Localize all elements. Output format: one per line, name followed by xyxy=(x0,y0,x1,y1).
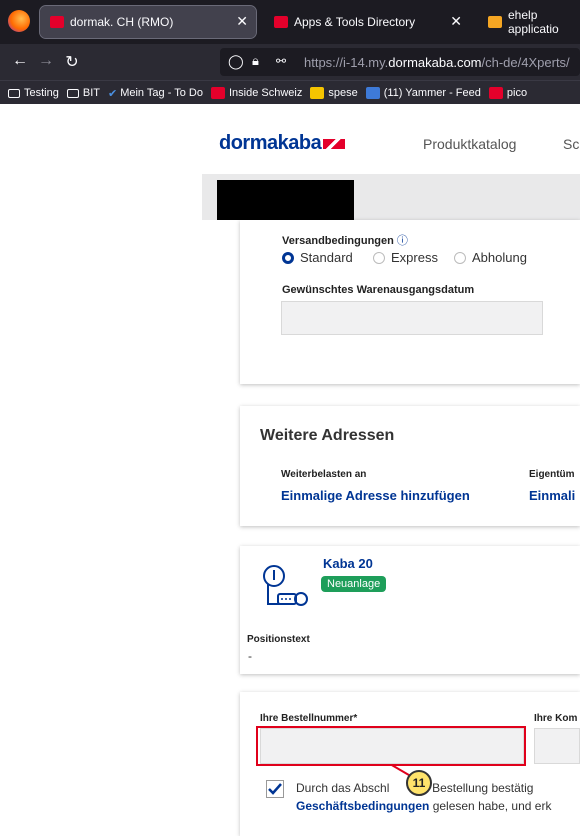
checkmark-icon: ✔ xyxy=(107,87,118,100)
redacted-block xyxy=(217,180,354,220)
firefox-icon[interactable] xyxy=(8,10,30,32)
product-name[interactable]: Kaba 20 xyxy=(323,556,373,571)
tab-title: dormak. CH (RMO) xyxy=(70,15,174,29)
yammer-favicon-icon xyxy=(365,87,380,99)
position-value: - xyxy=(248,649,252,663)
close-icon[interactable]: ✕ xyxy=(236,13,248,30)
bookmark-mein-tag[interactable]: ✔ Mein Tag - To Do xyxy=(108,87,203,100)
tab-apps-tools[interactable]: Apps & Tools Directory ✕ xyxy=(264,6,470,38)
step-marker: 11 xyxy=(406,770,432,796)
bookmark-pico[interactable]: pico xyxy=(488,87,527,99)
bookmark-inside-schweiz[interactable]: Inside Schweiz xyxy=(210,87,302,99)
bookmark-yammer[interactable]: (11) Yammer - Feed xyxy=(365,87,481,99)
ehelp-favicon-icon xyxy=(488,16,502,28)
add-address-link-2[interactable]: Einmali xyxy=(529,488,575,503)
back-arrow-icon[interactable]: ← xyxy=(10,52,30,70)
radio-express[interactable]: Express xyxy=(373,250,438,265)
radio-standard[interactable]: Standard xyxy=(282,250,353,265)
dormakaba-favicon-icon xyxy=(50,16,64,28)
bookmark-testing[interactable]: Testing xyxy=(8,87,59,99)
shipping-label: Versandbedingungen ⓘ xyxy=(282,235,408,247)
browser-tab-bar: dormak. CH (RMO) ✕ Apps & Tools Director… xyxy=(0,0,580,44)
customer-banner xyxy=(202,174,580,220)
reload-icon[interactable]: ↻ xyxy=(62,52,82,72)
eigentuemer-label: Eigentüm xyxy=(529,469,575,480)
date-label: Gewünschtes Warenausgangsdatum xyxy=(282,284,475,296)
forward-arrow-icon[interactable]: → xyxy=(36,52,56,70)
close-icon[interactable]: ✕ xyxy=(450,13,462,30)
radio-empty-icon xyxy=(454,251,466,264)
bookmark-bit[interactable]: BIT xyxy=(66,87,100,99)
position-label: Positionstext xyxy=(247,634,310,645)
tab-title: Apps & Tools Directory xyxy=(294,15,416,29)
bookmarks-bar: Testing BIT ✔ Mein Tag - To Do Inside Sch… xyxy=(0,80,580,105)
bookmark-spese[interactable]: spese xyxy=(310,87,358,99)
terms-link[interactable]: Geschäftsbedingungen xyxy=(296,799,429,813)
date-field[interactable] xyxy=(281,301,543,335)
folder-icon xyxy=(66,88,79,98)
terms-checkbox[interactable] xyxy=(266,780,284,798)
status-badge: Neuanlage xyxy=(321,576,387,592)
tab-dormakaba[interactable]: dormak. CH (RMO) ✕ xyxy=(39,5,257,39)
tab-title: ehelp applicatio xyxy=(508,8,559,36)
permissions-icon[interactable]: ⚯ xyxy=(276,54,286,68)
shield-icon[interactable]: ◯ xyxy=(228,53,244,70)
add-address-link[interactable]: Einmalige Adresse hinzufügen xyxy=(281,488,470,503)
dormakaba-favicon-icon xyxy=(274,16,288,28)
page-content: dormakaba Produktkatalog Sc Versandbedin… xyxy=(0,104,580,836)
kommission-input[interactable] xyxy=(534,728,580,764)
radio-empty-icon xyxy=(373,251,385,264)
url-bar[interactable]: ◯ 🔒︎ ⚯ https://i-14.my.dormakaba.com/ch-… xyxy=(220,48,580,76)
addresses-heading: Weitere Adressen xyxy=(260,427,395,444)
addresses-card xyxy=(240,406,580,526)
dormakaba-favicon-icon xyxy=(488,87,503,99)
logo-mark-icon xyxy=(323,139,346,149)
order-number-label: Ihre Bestellnummer* xyxy=(260,713,358,724)
radio-abholung[interactable]: Abholung xyxy=(454,250,527,265)
terms-text-2: Geschäftsbedingungen gelesen habe, und e… xyxy=(296,799,552,813)
cylinder-key-icon xyxy=(262,564,310,619)
tab-ehelp[interactable]: ehelp applicatio xyxy=(478,6,580,38)
url-text[interactable]: https://i-14.my.dormakaba.com/ch-de/4Xpe… xyxy=(304,55,570,70)
spese-favicon-icon xyxy=(310,87,325,99)
radio-selected-icon xyxy=(282,251,294,264)
highlight-box xyxy=(256,726,526,766)
info-icon[interactable]: ⓘ xyxy=(397,235,408,247)
checkmark-icon xyxy=(268,783,282,795)
folder-icon xyxy=(8,88,20,98)
lock-icon[interactable]: 🔒︎ xyxy=(252,53,259,69)
dormakaba-logo[interactable]: dormakaba xyxy=(219,132,346,155)
nav-produktkatalog[interactable]: Produktkatalog xyxy=(423,136,516,152)
dormakaba-favicon-icon xyxy=(210,87,225,99)
nav-item-truncated[interactable]: Sc xyxy=(563,136,579,152)
browser-nav-bar: ← → ↻ ◯ 🔒︎ ⚯ https://i-14.my.dormakaba.c… xyxy=(0,44,580,80)
kommission-label: Ihre Kom xyxy=(534,713,578,724)
weiterbelasten-label: Weiterbelasten an xyxy=(281,469,367,480)
